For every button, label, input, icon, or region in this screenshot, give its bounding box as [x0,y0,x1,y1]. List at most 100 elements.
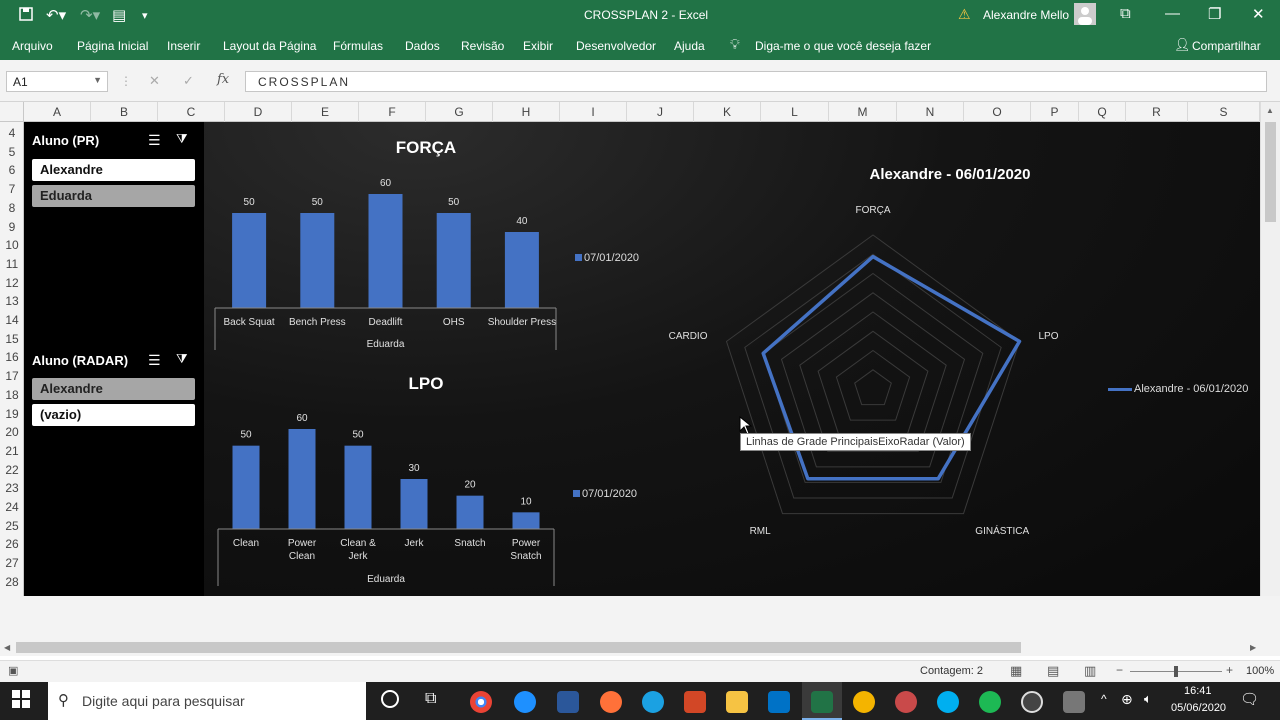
skype-icon[interactable] [937,691,959,713]
column-header-F[interactable]: F [359,102,426,122]
column-header-I[interactable]: I [560,102,627,122]
row-header-19[interactable]: 19 [0,405,24,423]
clear-filter-icon[interactable]: ⧩ [176,351,188,367]
row-header-22[interactable]: 22 [0,461,24,479]
column-header-J[interactable]: J [627,102,694,122]
column-header-E[interactable]: E [292,102,359,122]
lpo-bar-chart[interactable]: 50 Clean 60 Power Clean 50 Clean & Jerk 30 Jerk 20… [204,398,574,592]
powerpoint-icon[interactable] [684,691,706,713]
taskbar-search[interactable]: ⚲ Digite aqui para pesquisar [48,682,366,720]
scroll-left-icon[interactable]: ◀ [4,643,10,652]
clock-time[interactable]: 16:41 [1184,685,1212,697]
row-header-13[interactable]: 13 [0,292,24,310]
zoom-slider-thumb[interactable] [1174,666,1178,677]
formula-input[interactable]: CROSSPLAN [245,71,1267,92]
h-scroll-thumb[interactable] [16,642,1021,653]
windows-start-icon[interactable] [12,690,30,711]
tab-dados[interactable]: Dados [405,39,440,53]
tab-desenvolvedor[interactable]: Desenvolvedor [576,39,656,53]
column-header-O[interactable]: O [964,102,1031,122]
notifications-icon[interactable]: 🗨︎ [1240,690,1259,708]
tab-layout[interactable]: Layout da Página [223,39,316,53]
normal-view-icon[interactable]: ▦ [1010,663,1022,679]
row-header-26[interactable]: 26 [0,535,24,553]
save-icon[interactable] [18,6,34,26]
restore-icon[interactable]: ❐ [1208,5,1221,23]
column-header-K[interactable]: K [694,102,761,122]
column-header-L[interactable]: L [761,102,829,122]
avatar[interactable] [1074,3,1096,25]
row-header-11[interactable]: 11 [0,255,24,273]
row-header-12[interactable]: 12 [0,274,24,292]
slicer-radar[interactable]: Aluno (RADAR) [32,353,128,368]
slicer-radar-item-alexandre[interactable]: Alexandre [32,378,195,400]
row-header-9[interactable]: 9 [0,218,24,236]
slicer-pr[interactable]: Aluno (PR) [32,133,99,148]
row-header-20[interactable]: 20 [0,423,24,441]
macro-record-icon[interactable]: ▣ [8,664,18,677]
scroll-right-icon[interactable]: ▶ [1250,643,1256,652]
forca-bar-chart[interactable]: 50 Back Squat 50 Bench Press 60 Deadlift 50 OHS… [204,160,574,360]
form-icon[interactable]: ▤ [112,6,126,24]
app-icon[interactable] [895,691,917,713]
column-header-Q[interactable]: Q [1079,102,1126,122]
enter-icon[interactable]: ✓ [183,73,194,89]
task-view-icon[interactable]: ⧉ [425,690,436,708]
name-box[interactable]: A1 ▼ [6,71,108,92]
app-icon[interactable] [853,691,875,713]
cortana-icon[interactable] [381,690,399,708]
row-header-10[interactable]: 10 [0,236,24,254]
page-break-icon[interactable]: ▥ [1084,663,1096,679]
column-header-A[interactable]: A [24,102,91,122]
column-header-P[interactable]: P [1031,102,1079,122]
slicer-pr-item-eduarda[interactable]: Eduarda [32,185,195,207]
page-layout-icon[interactable]: ▤ [1047,663,1059,679]
zoom-in-icon[interactable]: + [1226,663,1233,677]
network-icon[interactable]: ⊕ [1121,691,1133,708]
row-header-7[interactable]: 7 [0,180,24,198]
obs-icon[interactable] [1021,691,1043,713]
tab-formulas[interactable]: Fórmulas [333,39,383,53]
row-header-23[interactable]: 23 [0,479,24,497]
row-header-8[interactable]: 8 [0,199,24,217]
multi-select-icon[interactable]: ☰ [148,352,161,369]
column-header-S[interactable]: S [1188,102,1260,122]
column-header-D[interactable]: D [225,102,292,122]
outlook-icon[interactable] [768,691,790,713]
tab-exibir[interactable]: Exibir [523,39,553,53]
app-icon[interactable] [1063,691,1085,713]
slicer-radar-item-vazio[interactable]: (vazio) [32,404,195,426]
tab-revisao[interactable]: Revisão [461,39,504,53]
chevron-up-icon[interactable]: ^ [1101,692,1107,706]
firefox-icon[interactable] [600,691,622,713]
column-header-C[interactable]: C [158,102,225,122]
redo-icon[interactable]: ↷▾ [80,6,100,24]
column-header-R[interactable]: R [1126,102,1188,122]
tab-pagina-inicial[interactable]: Página Inicial [77,39,148,53]
column-header-G[interactable]: G [426,102,493,122]
row-header-4[interactable]: 4 [0,124,24,142]
undo-icon[interactable]: ↶▾ [46,6,66,24]
clock-date[interactable]: 05/06/2020 [1171,702,1226,714]
row-header-21[interactable]: 21 [0,442,24,460]
scroll-thumb[interactable] [1265,122,1276,222]
customize-qat-icon[interactable]: ▾ [142,9,148,22]
clear-filter-icon[interactable]: ⧩ [176,131,188,147]
word-icon[interactable] [557,691,579,713]
chevron-down-icon[interactable]: ▼ [93,75,102,85]
row-header-5[interactable]: 5 [0,143,24,161]
row-header-28[interactable]: 28 [0,573,24,591]
vertical-scrollbar[interactable]: ▲ [1260,102,1280,596]
radar-chart[interactable]: FORÇA LPO GINÁSTICA RML CARDIO [660,195,1080,545]
select-all-corner[interactable] [0,102,24,122]
file-explorer-icon[interactable] [726,691,748,713]
ie-icon[interactable] [642,691,664,713]
chrome-icon[interactable] [470,691,492,713]
user-name[interactable]: Alexandre Mello [983,8,1069,22]
row-header-25[interactable]: 25 [0,517,24,535]
row-header-6[interactable]: 6 [0,161,24,179]
share-button[interactable]: Compartilhar [1192,39,1261,53]
scroll-up-icon[interactable]: ▲ [1266,106,1274,115]
row-header-27[interactable]: 27 [0,554,24,572]
minimize-icon[interactable]: — [1165,5,1180,22]
